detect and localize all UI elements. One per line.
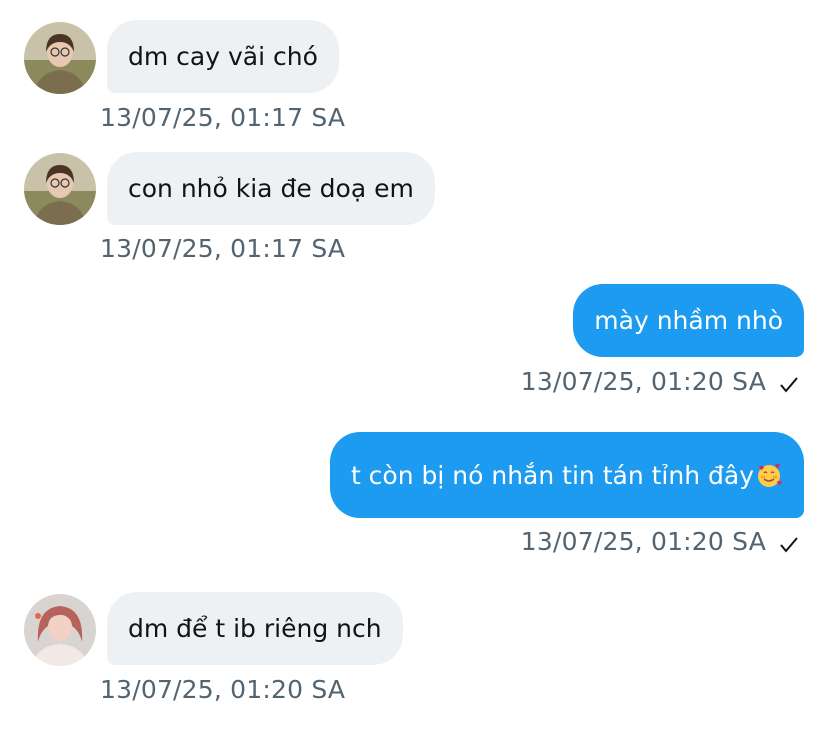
avatar[interactable] [24, 22, 96, 94]
check-icon [780, 537, 798, 553]
message-bubble[interactable]: t còn bị nó nhắn tin tán tỉnh đây [329, 432, 804, 518]
message-timestamp: 13/07/25, 01:20 SA [520, 527, 766, 556]
message-bubble[interactable]: dm cay vãi chó [107, 20, 339, 93]
check-icon [780, 377, 798, 393]
message-timestamp: 13/07/25, 01:20 SA [520, 367, 766, 396]
message-text: dm cay vãi chó [128, 42, 318, 71]
message-timestamp: 13/07/25, 01:17 SA [100, 103, 346, 132]
message-timestamp: 13/07/25, 01:20 SA [100, 675, 346, 704]
chat-thread: dm cay vãi chó 13/07/25, 01:17 SA con nh… [0, 0, 828, 735]
message-bubble[interactable]: mày nhầm nhò [573, 284, 804, 357]
smiling-face-with-hearts-icon [758, 463, 782, 487]
message-text: t còn bị nó nhắn tin tán tỉnh đây [350, 460, 754, 490]
avatar[interactable] [24, 153, 96, 225]
message-text: con nhỏ kia đe doạ em [128, 174, 414, 203]
message-timestamp: 13/07/25, 01:17 SA [100, 234, 346, 263]
message-bubble[interactable]: con nhỏ kia đe doạ em [107, 152, 435, 225]
message-bubble[interactable]: dm để t ib riêng nch [107, 592, 403, 665]
avatar[interactable] [24, 594, 96, 666]
message-text: mày nhầm nhò [594, 306, 783, 335]
message-text: dm để t ib riêng nch [128, 614, 382, 643]
